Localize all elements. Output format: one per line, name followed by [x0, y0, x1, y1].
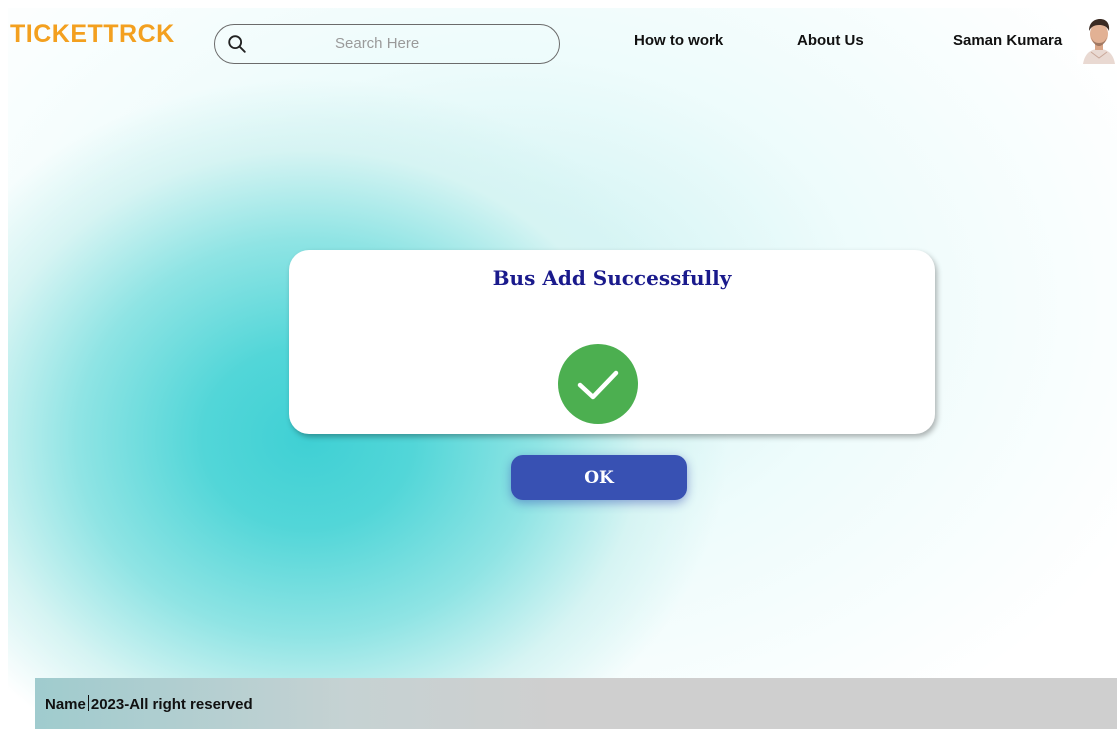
search-input[interactable] — [333, 34, 537, 53]
check-circle-icon — [558, 344, 638, 424]
nav-how-to-work[interactable]: How to work — [634, 32, 723, 49]
page-background: TICKETTRCK How to work About Us Saman Ku… — [8, 8, 1117, 729]
nav-about-us[interactable]: About Us — [797, 32, 864, 49]
footer: Name 2023-All right reserved — [35, 678, 1117, 729]
search-bar[interactable] — [214, 24, 560, 64]
avatar[interactable] — [1077, 16, 1117, 64]
success-dialog: Bus Add Successfully — [289, 250, 935, 434]
footer-text: 2023-All right reserved — [90, 696, 253, 713]
dialog-title: Bus Add Successfully — [492, 266, 732, 290]
footer-copyright: Name 2023-All right reserved — [45, 695, 253, 713]
brand-logo[interactable]: TICKETTRCK — [10, 20, 175, 49]
ok-button[interactable]: OK — [511, 455, 687, 500]
footer-separator — [87, 695, 89, 711]
footer-name: Name — [45, 696, 86, 713]
search-icon[interactable] — [226, 33, 248, 55]
user-name[interactable]: Saman Kumara — [953, 32, 1062, 49]
